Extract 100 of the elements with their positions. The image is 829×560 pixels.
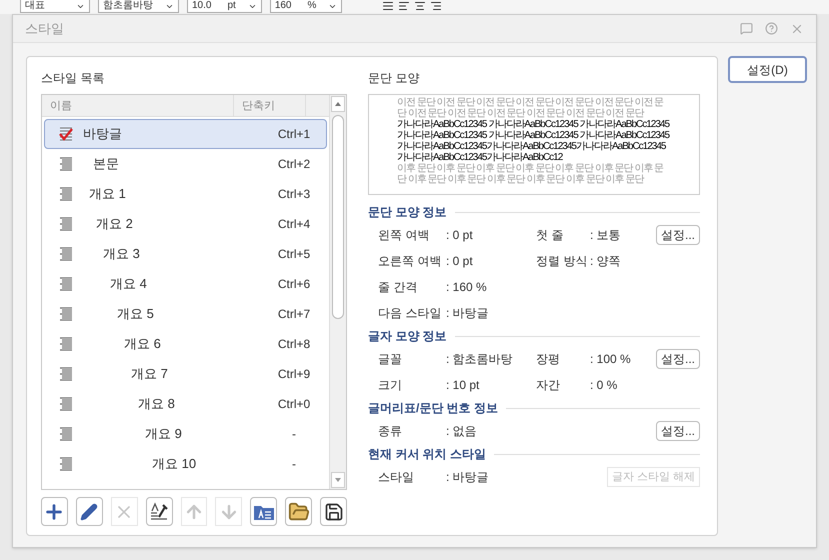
style-list-item[interactable]: 개요 10 -: [44, 449, 327, 479]
info-value: : 0 pt: [446, 227, 473, 244]
pencil-icon: [80, 502, 98, 520]
style-list-item[interactable]: 개요 4 Ctrl+6: [44, 269, 327, 299]
style-name: 개요 6: [124, 335, 161, 354]
settings-button[interactable]: 설정...: [656, 349, 700, 369]
style-list-item[interactable]: 개요 9 -: [44, 419, 327, 449]
shortcut-text: Ctrl+1: [276, 126, 312, 143]
shortcut-text: Ctrl+0: [276, 396, 312, 413]
info-label: 다음 스타일: [378, 305, 442, 322]
shortcut-text: Ctrl+3: [276, 186, 312, 203]
section-heading: 글머리표/문단 번호 정보: [368, 400, 498, 417]
shortcut-text: Ctrl+6: [276, 276, 312, 293]
style-name: 개요 1: [89, 185, 126, 204]
column-header: 이름: [42, 95, 234, 116]
style-name: 개요 10: [152, 455, 196, 474]
eyedropper-text-icon: [149, 502, 170, 522]
shortcut-text: -: [291, 456, 297, 473]
style-name: 개요 9: [145, 425, 182, 444]
shortcut-text: Ctrl+4: [276, 216, 312, 233]
align-center-icon[interactable]: [414, 0, 426, 12]
paragraph-icon: [59, 277, 73, 291]
style-name: 개요 2: [96, 215, 133, 234]
scroll-thumb[interactable]: [332, 115, 344, 319]
toolbar-dropdown[interactable]: 함초롬바탕: [98, 0, 179, 13]
info-value: : 바탕글: [446, 305, 489, 322]
save-style-button[interactable]: [320, 497, 348, 526]
info-label: 스타일: [378, 469, 415, 486]
style-name: 개요 4: [110, 275, 147, 294]
info-label: 정렬 방식: [536, 253, 588, 270]
toolbar-dropdown[interactable]: 10.0 pt: [187, 0, 262, 13]
import-style-button[interactable]: [250, 497, 278, 526]
scroll-down-button[interactable]: [331, 472, 345, 488]
info-value: : 함초롬바탕: [446, 351, 513, 368]
paragraph-icon: [59, 157, 73, 171]
style-name: 개요 8: [138, 395, 175, 414]
info-value: : 양쪽: [590, 253, 621, 270]
paragraph-icon: [59, 187, 73, 201]
folder-icon: [288, 500, 310, 522]
info-label: 오른쪽 여백: [378, 253, 442, 270]
info-value: : 0 pt: [446, 253, 473, 270]
info-label: 크기: [378, 377, 403, 394]
preview-paragraph: 가나다라AaBbCc12345 가나다라AaBbCc12345 가나다라AaBbCc12345 가나다라AaBbCc12345 가나다라AaBbCc12345 가나다라AaBbCc12345가나다라AaBbCc12345가나다라AaBbCc12345가나다라AaBbCc12345가나다라AaBbCc12345가나다라AaBbCc12: [397, 119, 671, 163]
paragraph-icon: [59, 217, 73, 231]
info-label: 장평: [536, 351, 561, 368]
style-list-item[interactable]: 개요 1 Ctrl+3: [44, 179, 327, 209]
info-value: : 바탕글: [446, 469, 489, 486]
style-list-item[interactable]: 바탕글 Ctrl+1: [44, 119, 327, 149]
preview-paragraph: 이전 문단 이전 문단 이전 문단 이전 문단 이전 문단 이전 문단 이전 문단 이전 문단 이전 문단 이전 문단 이전 문단 이전 문단 이전 문단: [397, 97, 664, 119]
up-triangle-icon: [335, 102, 341, 106]
align-justify-icon[interactable]: [382, 0, 394, 12]
scrollbar[interactable]: [329, 95, 346, 489]
style-list-item[interactable]: 개요 2 Ctrl+4: [44, 209, 327, 239]
shortcut-text: Ctrl+2: [276, 156, 312, 173]
settings-button[interactable]: 설정...: [656, 225, 700, 245]
preview-paragraph: 이후 문단 이후 문단 이후 문단 이후 문단 이후 문단 이후 문단 이후 문단 이후 문단 이후 문단 이후 문단 이후 문단 이후 문단 이후 문단: [397, 163, 664, 185]
style-list-item[interactable]: 본문 Ctrl+2: [44, 149, 327, 179]
shortcut-text: Ctrl+8: [276, 336, 312, 353]
paragraph-icon: [59, 427, 73, 441]
style-name: 개요 3: [103, 245, 140, 264]
shortcut-text: Ctrl+9: [276, 366, 312, 383]
info-label: 글꼴: [378, 351, 403, 368]
section-label: 스타일 목록: [41, 70, 106, 87]
shortcut-text: Ctrl+5: [276, 246, 312, 263]
shortcut-text: -: [291, 426, 297, 443]
style-name: 바탕글: [83, 125, 122, 144]
style-list-item[interactable]: 개요 3 Ctrl+5: [44, 239, 327, 269]
style-list-item[interactable]: 개요 6 Ctrl+8: [44, 329, 327, 359]
info-value: : 100 %: [590, 351, 631, 368]
info-label: 종류: [378, 423, 403, 440]
info-value: : 10 pt: [446, 377, 480, 394]
toolbar-dropdown[interactable]: 대표: [20, 0, 90, 13]
style-name: 개요 5: [117, 305, 154, 324]
info-value: : 보통: [590, 227, 621, 244]
replace-style-button[interactable]: [146, 497, 173, 526]
info-value: : 160 %: [446, 279, 487, 296]
align-left-icon[interactable]: [398, 0, 410, 12]
open-style-button[interactable]: [285, 497, 312, 526]
settings-button[interactable]: 설정(D): [728, 56, 807, 83]
style-name: 개요 7: [131, 365, 168, 384]
column-header: 단축키: [234, 95, 306, 116]
down-triangle-icon: [335, 478, 341, 482]
style-list-item[interactable]: 개요 5 Ctrl+7: [44, 299, 327, 329]
info-value: : 0 %: [590, 377, 618, 394]
add-style-button[interactable]: [41, 497, 68, 526]
paragraph-icon: [59, 367, 73, 381]
edit-style-button[interactable]: [76, 497, 103, 526]
info-label: 왼쪽 여백: [378, 227, 430, 244]
style-list-item[interactable]: 개요 7 Ctrl+9: [44, 359, 327, 389]
checked-style-icon: [59, 127, 73, 141]
style-list-item[interactable]: 개요 8 Ctrl+0: [44, 389, 327, 419]
paragraph-icon: [59, 307, 73, 321]
settings-button[interactable]: 설정...: [656, 421, 700, 441]
info-label: 자간: [536, 377, 561, 394]
scroll-up-button[interactable]: [331, 96, 345, 112]
paragraph-icon: [59, 337, 73, 351]
section-heading: 현재 커서 위치 스타일: [368, 446, 486, 463]
align-right-icon[interactable]: [430, 0, 442, 12]
section-heading: 문단 모양 정보: [368, 204, 447, 221]
toolbar-dropdown[interactable]: 160 %: [270, 0, 342, 13]
